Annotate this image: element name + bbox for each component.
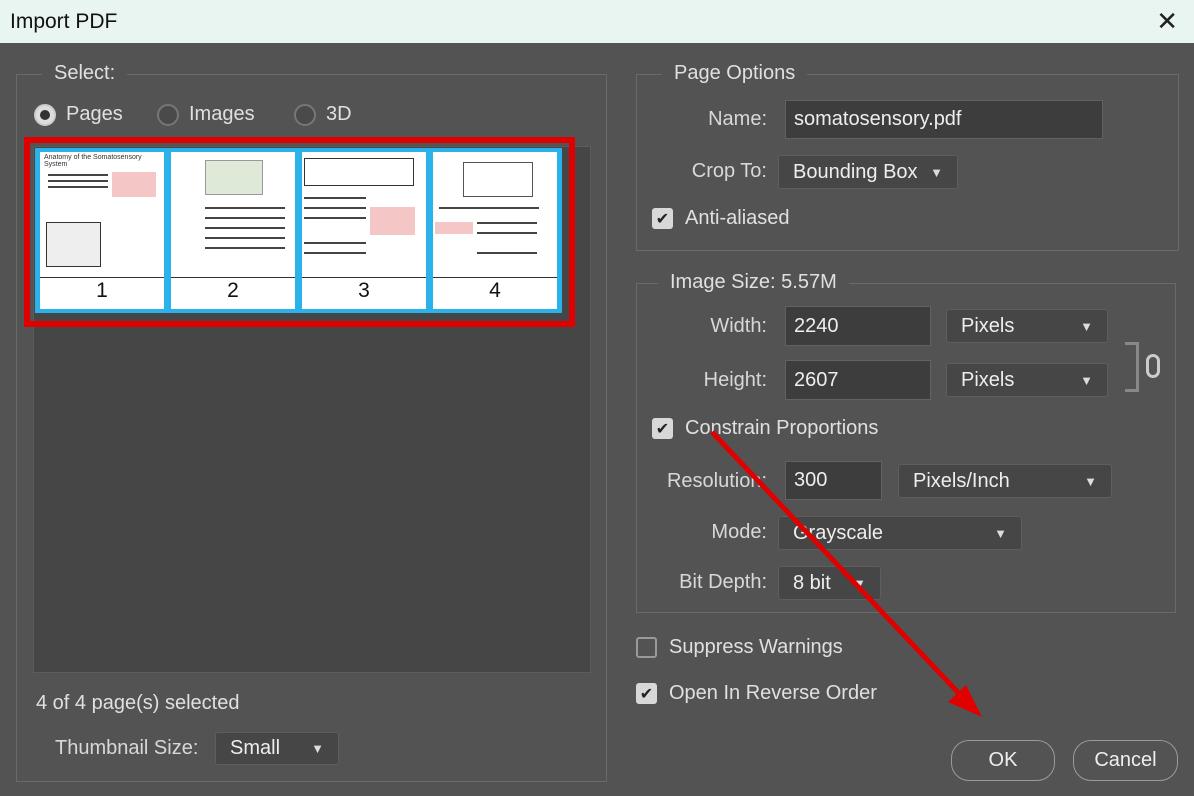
- chevron-down-icon: ▼: [1080, 372, 1093, 388]
- height-unit-value: Pixels: [961, 368, 1015, 391]
- mode-label: Mode:: [711, 521, 767, 543]
- mode-value: Grayscale: [793, 521, 884, 544]
- radio-images-label: Images: [189, 103, 255, 125]
- mode-select[interactable]: Grayscale ▼: [778, 516, 1022, 550]
- crop-to-label: Crop To:: [691, 160, 767, 182]
- width-label: Width:: [710, 315, 767, 337]
- chevron-down-icon: ▼: [1080, 318, 1093, 334]
- bit-depth-select[interactable]: 8 bit ▼: [778, 566, 881, 600]
- window-title: Import PDF: [10, 10, 118, 33]
- cancel-button[interactable]: Cancel: [1073, 740, 1178, 781]
- width-unit-value: Pixels: [961, 314, 1015, 337]
- resolution-label: Resolution:: [666, 470, 767, 492]
- radio-3d-indicator[interactable]: [294, 103, 316, 126]
- chevron-down-icon: ▼: [930, 164, 943, 180]
- name-label: Name:: [708, 108, 767, 130]
- width-unit-select[interactable]: Pixels ▼: [946, 309, 1108, 343]
- crop-to-value: Bounding Box: [793, 160, 918, 183]
- anti-aliased-checkbox[interactable]: ✔ Anti-aliased: [652, 207, 790, 230]
- close-icon[interactable]: ✕: [1156, 6, 1178, 37]
- chevron-down-icon: ▼: [311, 741, 324, 756]
- radio-pages-indicator[interactable]: [34, 103, 56, 126]
- height-label: Height:: [703, 369, 767, 391]
- image-size-legend: Image Size: 5.57M: [658, 271, 849, 294]
- chevron-down-icon: ▼: [853, 575, 866, 591]
- crop-to-select[interactable]: Bounding Box ▼: [778, 155, 958, 189]
- selection-status: 4 of 4 page(s) selected: [36, 692, 240, 714]
- constrain-proportions-label: Constrain Proportions: [685, 417, 879, 439]
- radio-pages-label: Pages: [66, 103, 123, 125]
- width-input[interactable]: 2240: [785, 306, 931, 346]
- select-legend: Select:: [42, 62, 128, 85]
- radio-3d-label: 3D: [326, 103, 352, 125]
- checkbox-box[interactable]: [636, 637, 657, 658]
- thumbnail-size-value: Small: [230, 737, 281, 759]
- resolution-unit-select[interactable]: Pixels/Inch ▼: [898, 464, 1112, 498]
- height-unit-select[interactable]: Pixels ▼: [946, 363, 1108, 397]
- link-icon[interactable]: [1146, 354, 1160, 378]
- radio-3d[interactable]: 3D: [294, 103, 352, 126]
- suppress-warnings-label: Suppress Warnings: [669, 636, 843, 658]
- resolution-unit-value: Pixels/Inch: [913, 469, 1010, 492]
- chevron-down-icon: ▼: [1084, 473, 1097, 489]
- reverse-order-checkbox[interactable]: ✔ Open In Reverse Order: [636, 682, 877, 705]
- chevron-down-icon: ▼: [994, 525, 1007, 541]
- bit-depth-value: 8 bit: [793, 571, 831, 594]
- thumbnail-size-label: Thumbnail Size:: [55, 737, 199, 759]
- page-options-legend: Page Options: [662, 62, 808, 85]
- anti-aliased-label: Anti-aliased: [685, 207, 790, 229]
- radio-images[interactable]: Images: [157, 103, 255, 126]
- radio-images-indicator[interactable]: [157, 103, 179, 126]
- checkmark-icon[interactable]: ✔: [652, 208, 673, 229]
- title-bar: Import PDF: [0, 0, 1194, 43]
- height-input[interactable]: 2607: [785, 360, 931, 400]
- reverse-order-label: Open In Reverse Order: [669, 682, 877, 704]
- checkmark-icon[interactable]: ✔: [652, 418, 673, 439]
- ok-button[interactable]: OK: [951, 740, 1055, 781]
- checkmark-icon[interactable]: ✔: [636, 683, 657, 704]
- name-input[interactable]: somatosensory.pdf: [785, 100, 1103, 139]
- link-bracket: [1125, 342, 1139, 392]
- suppress-warnings-checkbox[interactable]: Suppress Warnings: [636, 636, 843, 659]
- constrain-proportions-checkbox[interactable]: ✔ Constrain Proportions: [652, 417, 878, 440]
- resolution-input[interactable]: 300: [785, 461, 882, 500]
- bit-depth-label: Bit Depth:: [679, 571, 767, 593]
- thumbnail-size-select[interactable]: Small ▼: [215, 732, 339, 765]
- radio-pages[interactable]: Pages: [34, 103, 123, 126]
- annotation-highlight-box: [24, 137, 575, 327]
